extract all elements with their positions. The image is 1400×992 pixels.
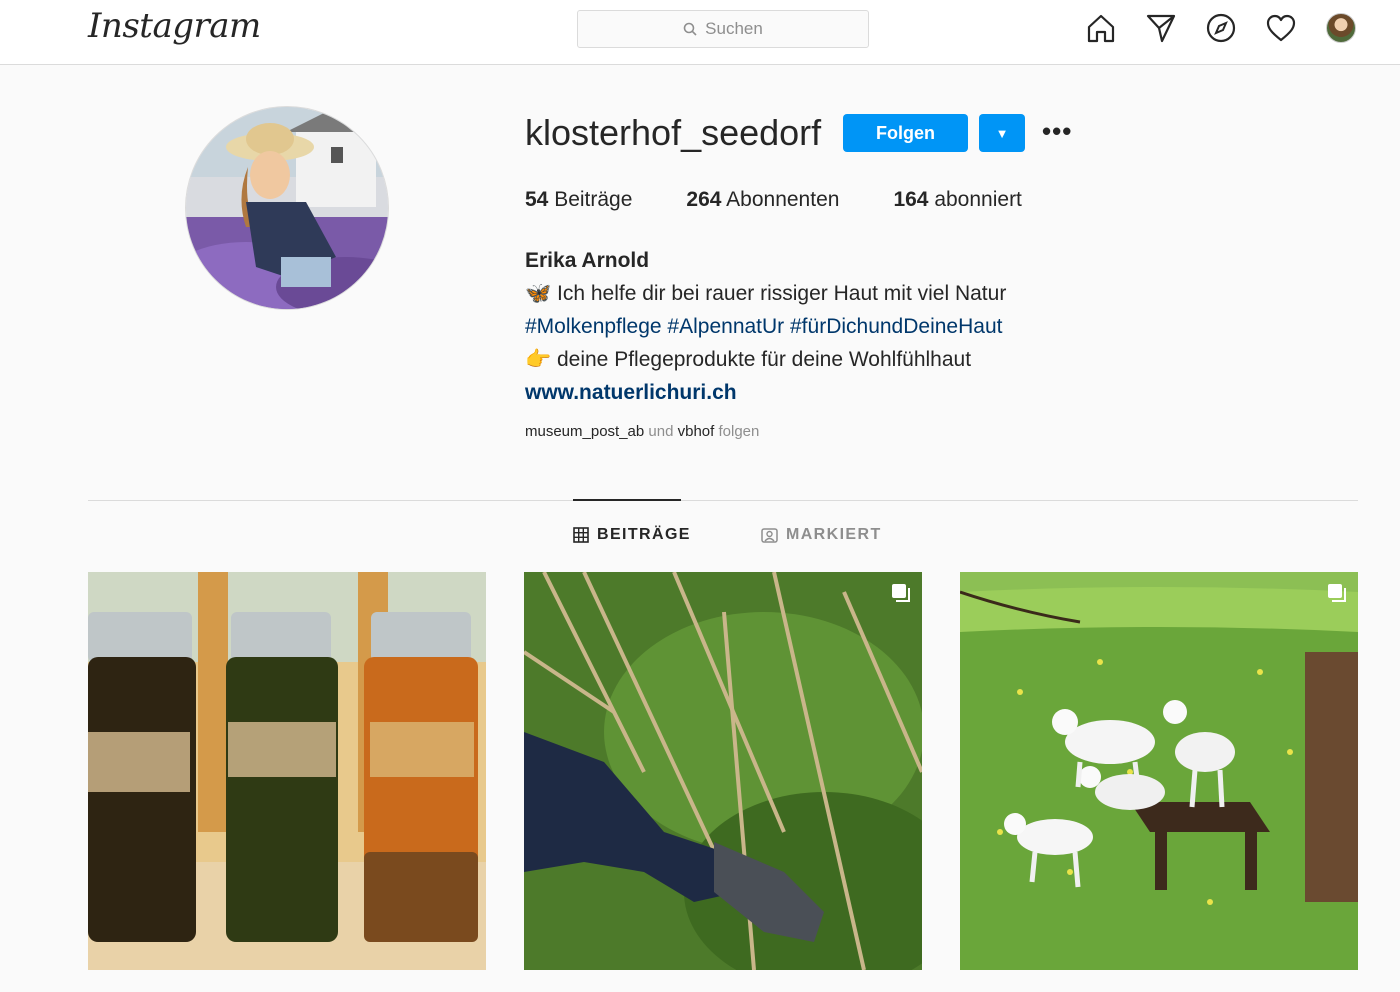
tab-label: BEITRÄGE [597, 526, 691, 543]
followed-by-account[interactable]: museum_post_ab [525, 423, 644, 440]
instagram-logo[interactable]: Instagram [88, 6, 261, 46]
direct-icon[interactable] [1144, 10, 1177, 46]
followed-by-line[interactable]: museum_post_ab und vbhof folgen [525, 423, 759, 440]
tab-posts[interactable]: BEITRÄGE [573, 526, 691, 544]
suggested-accounts-dropdown-button[interactable]: ▼ [979, 114, 1025, 152]
followed-by-conjunction: und [648, 423, 674, 440]
stat-count: 264 [686, 188, 722, 211]
top-navigation-bar: Instagram Suchen [0, 0, 1400, 65]
nav-icons [1084, 10, 1357, 46]
stat-count: 54 [525, 188, 549, 211]
bio-line: 🦋 Ich helfe dir bei rauer rissiger Haut … [525, 282, 1007, 305]
grid-icon [573, 527, 589, 543]
post-thumbnail[interactable] [960, 572, 1358, 970]
search-placeholder: Suchen [705, 19, 763, 38]
tab-tagged[interactable]: MARKIERT [761, 526, 882, 544]
tab-label: MARKIERT [786, 526, 882, 543]
profile-stats: 54 Beiträge 264 Abonnenten 164 abonniert [525, 188, 1076, 212]
more-options-button[interactable]: ••• [1042, 116, 1078, 152]
tagged-icon [761, 528, 778, 543]
stat-label: Abonnenten [726, 188, 840, 211]
carousel-icon [1328, 584, 1346, 602]
stat-following[interactable]: 164 abonniert [893, 188, 1021, 212]
profile-username: klosterhof_seedorf [525, 112, 822, 153]
profile-website-link[interactable]: www.natuerlichuri.ch [525, 376, 1165, 409]
stat-label: abonniert [934, 188, 1022, 211]
triangle-down-icon: ▼ [995, 125, 1009, 141]
stat-posts: 54 Beiträge [525, 188, 632, 212]
tabs-divider [88, 500, 1358, 501]
stat-label: Beiträge [554, 188, 633, 211]
bio-line: 👉 deine Pflegeprodukte für deine Wohlfüh… [525, 348, 972, 371]
home-icon[interactable] [1084, 10, 1117, 46]
follow-button[interactable]: Folgen [843, 114, 968, 152]
stat-count: 164 [893, 188, 929, 211]
heart-icon[interactable] [1264, 10, 1297, 46]
followed-by-suffix: folgen [718, 423, 760, 440]
search-box[interactable]: Suchen [577, 10, 869, 48]
stat-followers[interactable]: 264 Abonnenten [686, 188, 839, 212]
explore-icon[interactable] [1204, 10, 1237, 46]
bio-hashtags[interactable]: #Molkenpflege #AlpennatUr #fürDichundDei… [525, 310, 1165, 343]
followed-by-account[interactable]: vbhof [678, 423, 715, 440]
profile-full-name: Erika Arnold [525, 249, 650, 272]
profile-picture[interactable] [185, 106, 389, 310]
active-tab-indicator [573, 499, 681, 501]
post-thumbnail[interactable] [88, 572, 486, 970]
carousel-icon [892, 584, 910, 602]
profile-avatar-icon[interactable] [1324, 10, 1357, 46]
profile-bio: Erika Arnold 🦋 Ich helfe dir bei rauer r… [525, 244, 1165, 409]
post-thumbnail[interactable] [524, 572, 922, 970]
search-icon [683, 22, 697, 36]
